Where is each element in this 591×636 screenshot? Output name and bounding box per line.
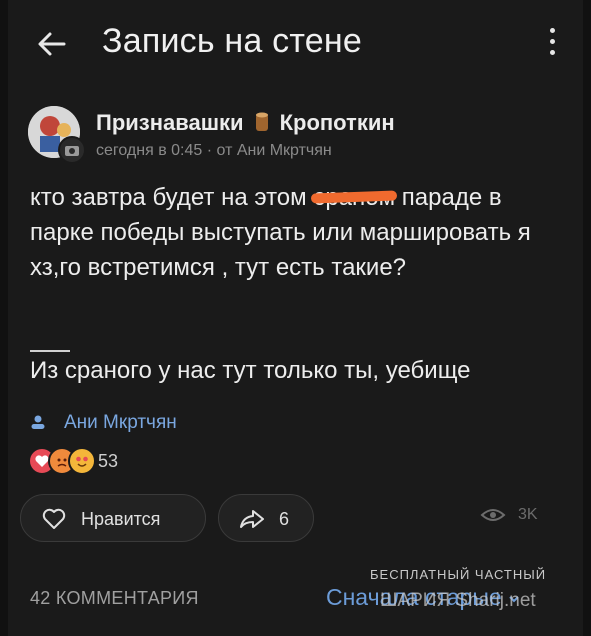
heart-outline-icon (42, 508, 66, 529)
reactions-count: 53 (98, 451, 119, 471)
share-button[interactable]: 6 (218, 494, 314, 542)
page-title: Запись на стене (102, 22, 362, 60)
views-count: 3K (518, 506, 538, 523)
views-counter: 3K (480, 506, 538, 524)
post-text: кто завтра будет на этом сраном параде в… (30, 180, 570, 285)
post-text-start: кто завтра будет на этом (30, 184, 314, 211)
author-name: Признавашки (96, 110, 244, 135)
like-button[interactable]: Нравится (20, 494, 206, 542)
wood-log-icon (250, 110, 274, 134)
share-arrow-icon (240, 510, 264, 528)
app-frame: Запись на стене Признавашки Кропоткин сег… (8, 0, 583, 636)
like-label: Нравится (81, 509, 161, 529)
post-meta: сегодня в 0:45 · от Ани Мкртчян (96, 142, 332, 159)
heart-eyes-icon (68, 447, 96, 475)
watermark-line1: БЕСПЛАТНЫЙ ЧАСТНЫЙ (370, 567, 547, 582)
separator (30, 350, 70, 352)
comments-count: 42 КОММЕНТАРИЯ (30, 588, 199, 608)
more-options-icon[interactable] (546, 28, 558, 58)
post-reply-text: Из сраного у нас тут только ты, уебище (30, 357, 471, 384)
signature-name: Ани Мкртчян (64, 412, 177, 433)
censored-word: сраном (313, 180, 395, 215)
user-icon (30, 414, 46, 430)
back-arrow-icon[interactable] (34, 26, 70, 62)
eye-icon (480, 509, 506, 521)
camera-icon (58, 136, 86, 164)
post-signature[interactable]: Ани Мкртчян (30, 412, 177, 434)
author-suffix: Кропоткин (279, 110, 395, 135)
share-count: 6 (279, 509, 290, 529)
watermark-line2: ШАРИЯ Sharij.net (380, 590, 536, 611)
top-bar: Запись на стене (8, 0, 583, 90)
post-author[interactable]: Признавашки Кропоткин (96, 110, 395, 136)
